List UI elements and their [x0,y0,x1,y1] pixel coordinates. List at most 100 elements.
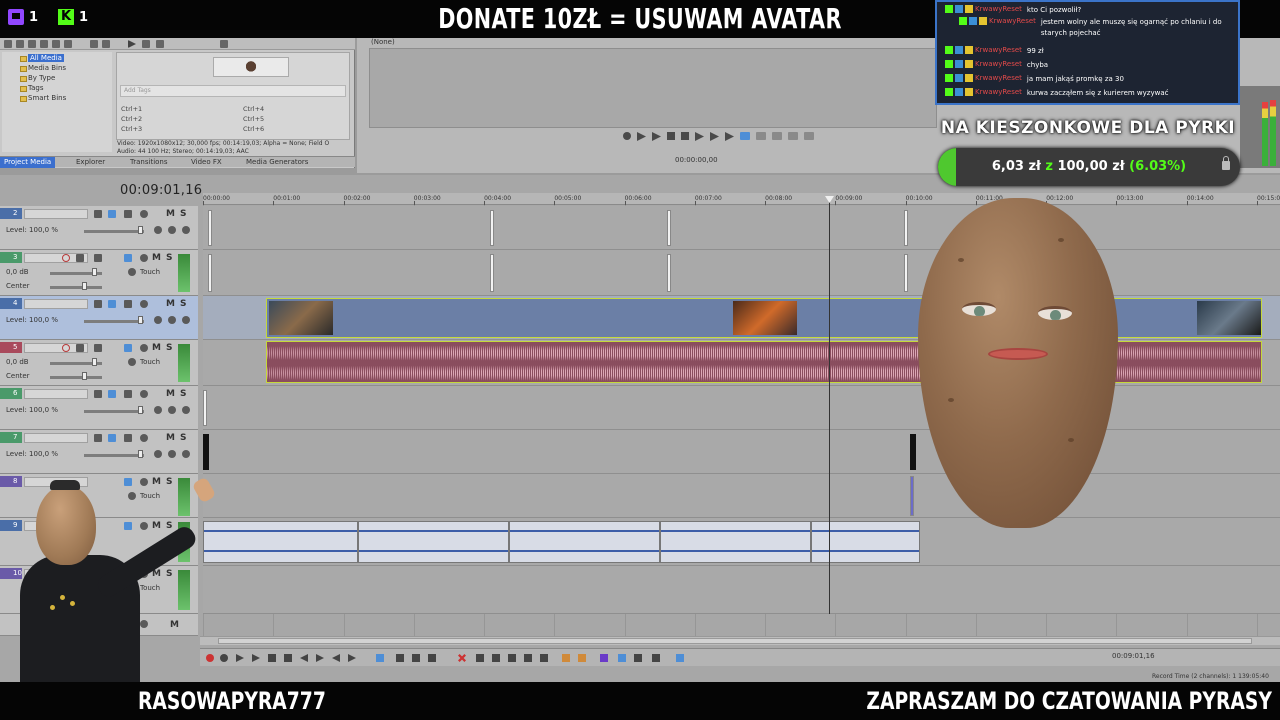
mute-button[interactable]: M [152,343,161,353]
compositing-icon[interactable] [108,390,116,398]
media-thumbnail[interactable] [213,57,289,77]
tree-item-media-bins[interactable]: Media Bins [28,64,66,72]
stop-icon[interactable] [142,40,150,48]
scrollbar-thumb[interactable] [218,638,1252,644]
solo-button[interactable]: S [180,209,186,219]
track-fx-icon[interactable] [94,390,102,398]
mix-icon[interactable] [154,406,162,414]
split-icon[interactable] [524,654,532,662]
tree-item-tags[interactable]: Tags [28,84,44,92]
play-from-start-icon[interactable] [637,132,646,141]
music-event[interactable] [811,521,920,563]
volume-slider-thumb[interactable] [92,358,97,366]
track-name-field[interactable] [24,209,88,219]
pan-slider-thumb[interactable] [82,372,87,380]
selection-tool-icon[interactable] [412,654,420,662]
level-slider[interactable] [84,230,144,233]
get-media-icon[interactable] [28,40,36,48]
mute-button[interactable]: M [166,433,175,443]
track-name-field[interactable] [24,433,88,443]
loop-icon[interactable] [156,40,164,48]
end-icon[interactable] [725,132,734,141]
track-header-3[interactable]: 3 M S 0,0 dB Touch Center [0,250,198,296]
playhead[interactable] [829,196,830,614]
capture-icon[interactable] [16,40,24,48]
preview-quality-icon[interactable] [756,132,766,140]
play-icon[interactable] [652,132,661,141]
video-event[interactable] [208,210,212,246]
copy-snapshot-icon[interactable] [788,132,798,140]
import-icon[interactable] [4,40,12,48]
track-fx-icon[interactable] [94,210,102,218]
track-header-4[interactable]: 4 M S Level: 100,0 % [0,296,198,340]
ignore-grouping-icon[interactable] [676,654,684,662]
mute-button[interactable]: M [166,209,175,219]
solo-button[interactable]: S [180,433,186,443]
mute-button[interactable]: M [152,253,161,263]
level-slider-thumb[interactable] [138,450,143,458]
mix-icon[interactable] [168,406,176,414]
gear-icon[interactable] [140,434,148,442]
play-icon[interactable] [252,654,260,662]
tree-item-by-type[interactable]: By Type [28,74,55,82]
mix-icon[interactable] [168,450,176,458]
automation-mode[interactable]: Touch [140,358,160,366]
invert-phase-icon[interactable] [76,254,84,262]
preview-play-icon[interactable] [128,40,136,48]
compositing-icon[interactable] [108,300,116,308]
tab-transitions[interactable]: Transitions [126,157,172,168]
tree-item-smart-bins[interactable]: Smart Bins [28,94,66,102]
zoom-tool-icon[interactable] [428,654,436,662]
next-frame-icon[interactable] [348,654,356,662]
track-lane-7[interactable] [203,430,1280,474]
video-event[interactable] [203,434,209,470]
go-to-end-icon[interactable] [316,654,324,662]
level-slider[interactable] [84,320,144,323]
prev-frame-icon[interactable] [695,132,704,141]
overlays-icon[interactable] [772,132,782,140]
audio-event[interactable] [490,254,494,292]
lock-icon[interactable] [540,654,548,662]
music-event[interactable] [509,521,660,563]
motion-icon[interactable] [124,210,132,218]
mix-icon[interactable] [154,450,162,458]
split-screen-icon[interactable] [740,132,750,140]
audio-event[interactable] [208,254,212,292]
mute-button[interactable]: M [166,389,175,399]
mute-button[interactable]: M [166,299,175,309]
mix-icon[interactable] [154,316,162,324]
video-event[interactable] [904,210,908,246]
timeline-scrollbar[interactable] [200,636,1280,645]
motion-icon[interactable] [124,390,132,398]
trim-start-icon[interactable] [492,654,500,662]
pause-icon[interactable] [667,132,675,140]
stop-icon[interactable] [681,132,689,140]
go-to-start-icon[interactable] [300,654,308,662]
track-header-7[interactable]: 7 M S Level: 100,0 % [0,430,198,474]
add-tags-input[interactable]: Add Tags [120,85,346,97]
solo-button[interactable]: S [166,343,172,353]
prev-frame-icon[interactable] [332,654,340,662]
loop-icon[interactable] [623,132,631,140]
time-ruler[interactable]: 00:00:00 00:01:00 00:02:00 00:03:00 00:04:00… [203,193,1280,205]
gear-icon[interactable] [140,254,148,262]
motion-icon[interactable] [124,434,132,442]
compositing-icon[interactable] [108,434,116,442]
auto-ripple-icon[interactable] [634,654,642,662]
pan-slider[interactable] [50,376,102,379]
mix-icon[interactable] [182,316,190,324]
motion-icon[interactable] [124,300,132,308]
auto-crossfade-icon[interactable] [618,654,626,662]
settings-icon[interactable] [102,40,110,48]
view-icon[interactable] [64,40,72,48]
mix-icon[interactable] [182,406,190,414]
region-icon[interactable] [578,654,586,662]
arm-record-icon[interactable] [62,254,70,262]
mix-icon[interactable] [182,226,190,234]
solo-button[interactable]: S [180,389,186,399]
video-event[interactable] [910,434,916,470]
automation-icon[interactable] [128,268,136,276]
track-name-field[interactable] [24,389,88,399]
play-from-start-icon[interactable] [236,654,244,662]
level-slider-thumb[interactable] [138,316,143,324]
